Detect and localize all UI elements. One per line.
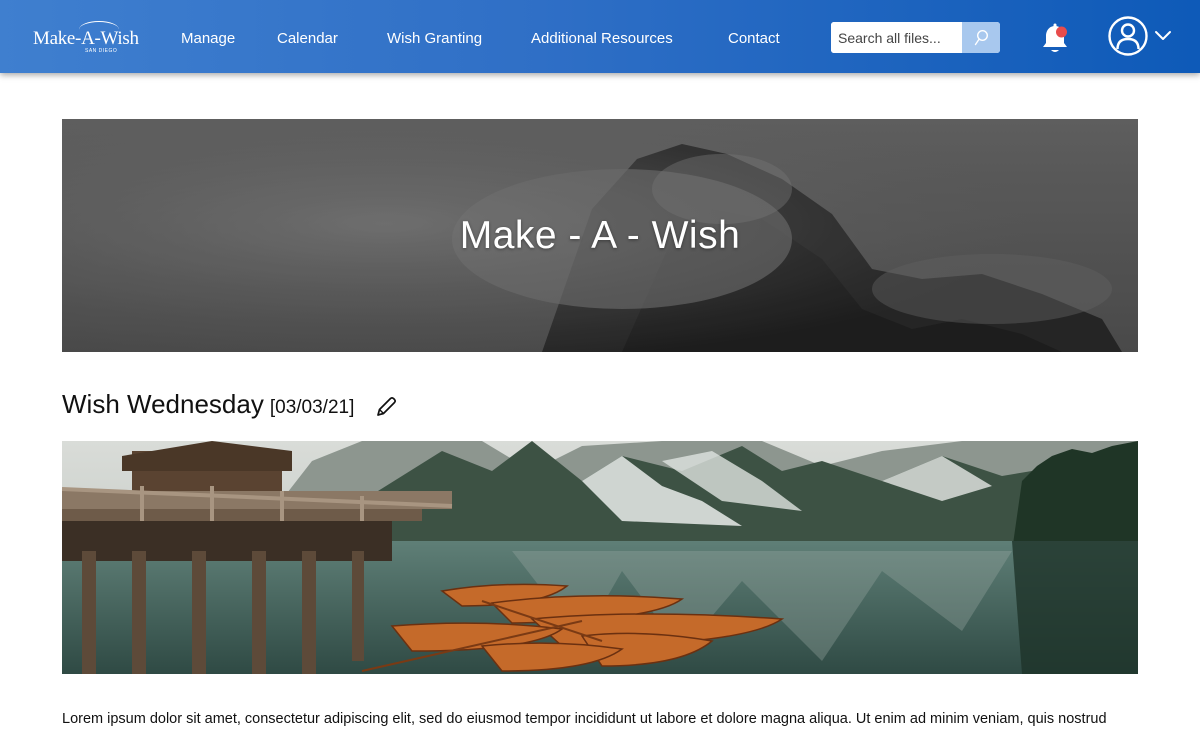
nav-item-additional-resources[interactable]: Additional Resources (531, 30, 673, 47)
logo-text: Make-A-Wish (33, 28, 139, 49)
post-body-text: Lorem ipsum dolor sit amet, consectetur … (62, 711, 1107, 727)
bell-icon[interactable] (1040, 22, 1070, 56)
lake-boats-photo (62, 441, 1138, 674)
search-icon (974, 29, 989, 45)
notification-badge (1056, 26, 1067, 38)
nav-item-calendar[interactable]: Calendar (277, 30, 338, 47)
top-navigation-bar: Make-A-Wish SAN DIEGO Manage Calendar Wi… (0, 0, 1200, 73)
make-a-wish-logo[interactable]: Make-A-Wish SAN DIEGO (33, 20, 143, 56)
search-bar (831, 22, 1000, 53)
hero-title: Make - A - Wish (459, 214, 741, 257)
chevron-down-icon[interactable] (1154, 29, 1172, 43)
nav-item-contact[interactable]: Contact (728, 30, 780, 47)
search-button[interactable] (962, 22, 1000, 53)
nav-item-manage[interactable]: Manage (181, 30, 235, 47)
nav-item-wish-granting[interactable]: Wish Granting (387, 30, 482, 47)
hero-banner: Make - A - Wish (62, 119, 1138, 352)
post-title-text: Wish Wednesday (62, 389, 264, 419)
post-title: Wish Wednesday [03/03/21] (62, 389, 354, 420)
search-input[interactable] (831, 22, 962, 53)
logo-subtitle: SAN DIEGO (85, 48, 118, 54)
post-date: [03/03/21] (269, 397, 355, 418)
pencil-icon[interactable] (375, 396, 397, 418)
user-circle-icon[interactable] (1108, 16, 1148, 56)
